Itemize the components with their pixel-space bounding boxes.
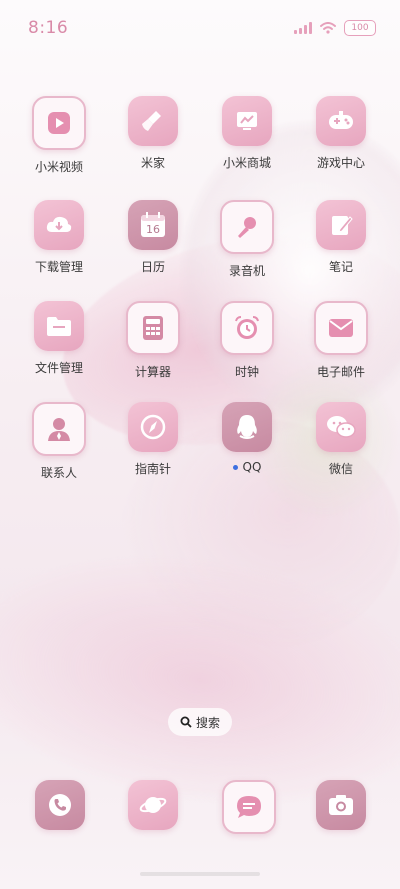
app-game-center[interactable]: 游戏中心 xyxy=(301,96,381,171)
app-label: 微信 xyxy=(328,462,353,476)
gamepad-icon xyxy=(316,96,366,146)
app-qq[interactable]: QQ xyxy=(207,402,287,474)
app-label: 计算器 xyxy=(134,365,171,379)
cellular-signal-icon xyxy=(294,22,312,34)
phone-icon[interactable] xyxy=(35,780,85,830)
note-pencil-icon xyxy=(316,200,366,250)
browser-planet-icon[interactable] xyxy=(128,780,178,830)
app-label: 电子邮件 xyxy=(316,365,365,379)
app-label: 小米商城 xyxy=(222,156,271,170)
wechat-bubbles-icon xyxy=(316,402,366,452)
app-label: 小米视频 xyxy=(34,160,83,174)
status-bar: 8:16 100 xyxy=(0,0,400,56)
calculator-icon xyxy=(126,301,180,355)
search-label: 搜索 xyxy=(195,715,220,730)
search-icon xyxy=(180,716,192,728)
app-download-manager[interactable]: 下载管理 xyxy=(19,200,99,275)
app-label: 录音机 xyxy=(228,264,265,278)
app-label: 联系人 xyxy=(40,466,77,480)
contact-person-icon xyxy=(32,402,86,456)
folder-icon xyxy=(34,301,84,351)
microphone-icon xyxy=(220,200,274,254)
camera-icon[interactable] xyxy=(316,780,366,830)
app-notes[interactable]: 笔记 xyxy=(301,200,381,275)
app-file-manager[interactable]: 文件管理 xyxy=(19,301,99,376)
compass-icon xyxy=(128,402,178,452)
app-xiaomi-video[interactable]: 小米视频 xyxy=(19,96,99,175)
app-contacts[interactable]: 联系人 xyxy=(19,402,99,481)
app-label: 时钟 xyxy=(234,365,259,379)
app-email[interactable]: 电子邮件 xyxy=(301,301,381,380)
app-calculator[interactable]: 计算器 xyxy=(113,301,193,380)
qq-penguin-icon xyxy=(222,402,272,452)
app-mijia[interactable]: 米家 xyxy=(113,96,193,171)
app-label: 日历 xyxy=(140,260,165,274)
cloud-download-icon xyxy=(34,200,84,250)
alarm-clock-icon xyxy=(220,301,274,355)
app-label: 下载管理 xyxy=(34,260,83,274)
app-compass[interactable]: 指南针 xyxy=(113,402,193,477)
wifi-icon xyxy=(320,22,336,34)
envelope-icon xyxy=(314,301,368,355)
notification-dot xyxy=(232,465,238,470)
app-clock[interactable]: 时钟 xyxy=(207,301,287,380)
messages-icon[interactable] xyxy=(222,780,276,834)
app-recorder[interactable]: 录音机 xyxy=(207,200,287,279)
app-label: QQ xyxy=(207,460,287,474)
app-label: 文件管理 xyxy=(34,361,83,375)
app-label-text: QQ xyxy=(242,460,262,474)
app-label: 游戏中心 xyxy=(316,156,365,170)
battery-indicator: 100 xyxy=(344,20,376,36)
app-calendar[interactable]: 16 日历 xyxy=(113,200,193,275)
app-label: 米家 xyxy=(140,156,165,170)
app-label: 笔记 xyxy=(328,260,353,274)
clock-time: 8:16 xyxy=(28,18,69,38)
app-xiaomi-store[interactable]: 小米商城 xyxy=(207,96,287,171)
search-button[interactable]: 搜索 xyxy=(168,708,232,736)
home-indicator[interactable] xyxy=(140,872,260,876)
app-wechat[interactable]: 微信 xyxy=(301,402,381,477)
app-label: 指南针 xyxy=(134,462,171,476)
dock xyxy=(0,780,400,834)
status-icons: 100 xyxy=(294,20,376,36)
play-video-icon xyxy=(32,96,86,150)
store-screen-icon xyxy=(222,96,272,146)
broom-icon xyxy=(128,96,178,146)
calendar-icon: 16 xyxy=(128,200,178,250)
calendar-day-number: 16 xyxy=(146,223,160,236)
